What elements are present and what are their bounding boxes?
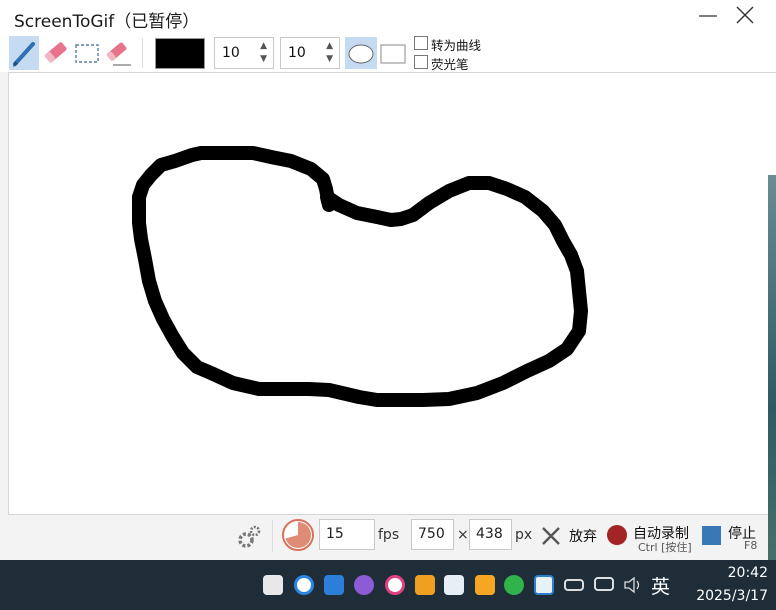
pen-width-stepper[interactable]: 10 ▲ ▼ (214, 37, 274, 69)
cat-app-icon[interactable] (354, 575, 374, 595)
status-divider (272, 520, 273, 552)
selection-rectangle-icon (75, 44, 99, 63)
eraser-tool-button[interactable] (103, 36, 133, 70)
highlighter-checkbox[interactable] (414, 55, 428, 69)
stop-square-icon (702, 526, 721, 545)
toolbar-divider (142, 38, 143, 68)
shield-icon[interactable] (475, 575, 495, 595)
fps-unit: fps (378, 527, 400, 543)
curve-checkbox[interactable] (414, 36, 428, 50)
stepper-arrows-icon[interactable]: ▲ ▼ (260, 40, 267, 66)
stepper-arrows-icon[interactable]: ▲ ▼ (326, 40, 333, 66)
cloud-app-icon[interactable] (534, 575, 554, 595)
desktop-background-edge (768, 175, 776, 560)
code-app-icon[interactable] (415, 575, 435, 595)
capture-height-value: 438 (476, 526, 503, 542)
curve-checkbox-label: 转为曲线 (431, 38, 482, 53)
highlighter-eraser-button[interactable] (40, 36, 70, 70)
selection-tool-button[interactable] (72, 36, 102, 70)
remote-app-icon[interactable] (324, 575, 344, 595)
capture-width-value: 750 (418, 526, 445, 542)
fps-input[interactable]: 15 (319, 519, 375, 550)
rectangle-icon (380, 44, 406, 64)
ellipse-tip-button[interactable] (345, 37, 377, 69)
pen-tool-button[interactable] (9, 36, 39, 70)
px-unit: px (515, 527, 533, 543)
discard-x-icon (542, 527, 560, 545)
pink-eraser-icon (44, 42, 67, 63)
window-title: ScreenToGif（已暂停） (14, 12, 200, 32)
network-icon[interactable] (594, 577, 614, 591)
link-app-icon[interactable] (385, 575, 405, 595)
rectangle-tip-button[interactable] (378, 37, 410, 69)
drawing-canvas[interactable] (8, 72, 776, 515)
taskbar: 英 20:42 2025/3/17 (0, 560, 776, 610)
dimension-separator: × (457, 527, 469, 543)
capture-height-input[interactable]: 438 (469, 519, 512, 550)
eraser-icon (106, 42, 131, 66)
ellipse-icon (348, 44, 374, 64)
drawing-toolbar: 10 ▲ ▼ 10 ▲ ▼ 转为曲线 荧光笔 (0, 34, 776, 72)
minimize-button[interactable] (694, 4, 722, 28)
settings-gear-icon[interactable] (236, 522, 262, 550)
volume-icon[interactable] (623, 575, 643, 595)
minimize-icon (699, 15, 717, 17)
auto-record-button[interactable]: 自动录制 Ctrl [按住] (605, 518, 697, 558)
cloud-sync-icon[interactable] (294, 575, 314, 595)
clock-date[interactable]: 2025/3/17 (668, 588, 768, 604)
screentogif-window: ScreenToGif（已暂停） 10 ▲ ▼ 10 ▲ ▼ 转为曲线 荧光笔 … (0, 0, 776, 560)
discard-label: 放弃 (569, 529, 597, 545)
drawn-stroke (132, 146, 588, 407)
stop-button[interactable]: 停止 F8 (700, 518, 766, 558)
pen-height-value: 10 (288, 45, 306, 61)
close-button[interactable] (731, 4, 759, 28)
clock-time[interactable]: 20:42 (668, 565, 768, 581)
stop-hint: F8 (744, 539, 758, 552)
capture-width-input[interactable]: 750 (411, 519, 454, 550)
pen-height-stepper[interactable]: 10 ▲ ▼ (280, 37, 340, 69)
wechat-icon[interactable] (504, 575, 524, 595)
color-swatch[interactable] (155, 38, 205, 69)
record-circle-icon (607, 525, 627, 545)
close-icon (736, 6, 754, 24)
title-bar: ScreenToGif（已暂停） (0, 0, 776, 34)
frame-progress-icon (281, 518, 315, 552)
screentogif-tray-icon[interactable] (263, 575, 283, 595)
battery-icon[interactable] (564, 579, 584, 591)
status-bar: 15 fps 750 × 438 px 放弃 自动录制 Ctrl [按住] 停止… (0, 516, 776, 560)
fps-value: 15 (326, 526, 344, 542)
pen-icon (13, 42, 35, 67)
window-app-icon[interactable] (444, 575, 464, 595)
pen-width-value: 10 (222, 45, 240, 61)
auto-record-hint: Ctrl [按住] (638, 541, 692, 554)
discard-button[interactable]: 放弃 (537, 518, 605, 552)
highlighter-checkbox-label: 荧光笔 (431, 57, 469, 72)
